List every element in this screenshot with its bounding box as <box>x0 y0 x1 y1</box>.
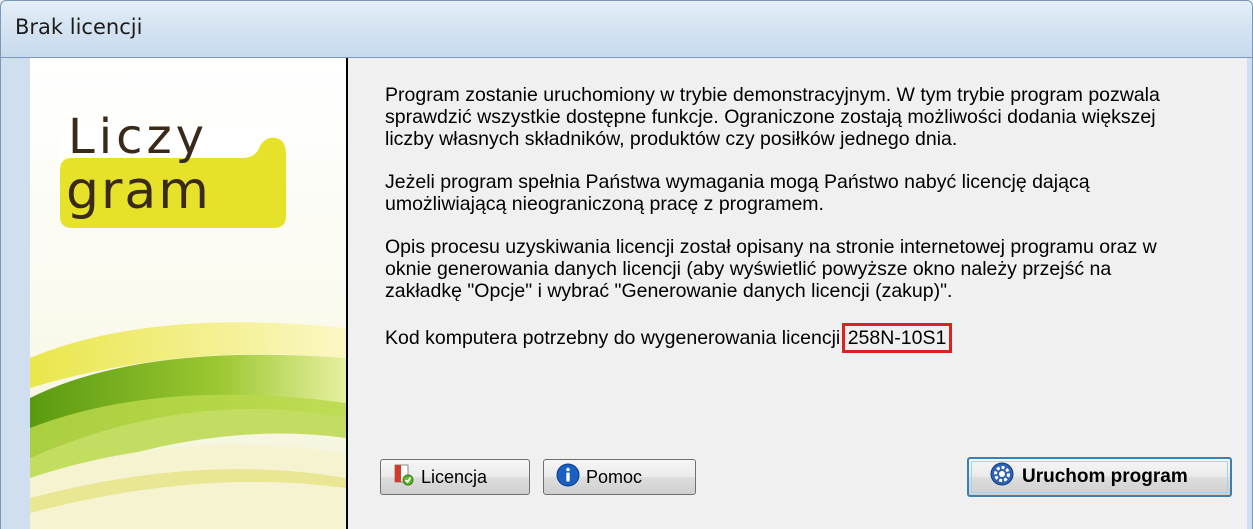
message-text: Program zostanie uruchomiony w trybie de… <box>385 84 1225 353</box>
text-line: Opis procesu uzyskiwania licencji został… <box>385 236 1157 258</box>
title-bar[interactable]: Brak licencji <box>0 0 1253 58</box>
run-program-button-label: Uruchom program <box>1022 466 1188 487</box>
text-line: zakładkę "Opcje" i wybrać "Generowanie d… <box>385 280 953 302</box>
text-line: Jeżeli program spełnia Państwa wymagania… <box>385 171 1090 193</box>
logo-background: Liczy gram <box>30 58 346 529</box>
help-button-label: Pomoc <box>586 466 643 487</box>
logo-text-gram: gram <box>66 161 211 221</box>
gear-icon <box>990 462 1014 492</box>
computer-code-label: Kod komputera potrzebny do wygenerowania… <box>385 327 846 349</box>
text-line: sprawdzić wszystkie dostępne funkcje. Og… <box>385 106 1156 128</box>
window-title: Brak licencji <box>15 15 143 39</box>
window-frame-right <box>1247 58 1253 529</box>
run-program-button[interactable]: Uruchom program <box>967 457 1232 497</box>
logo-text-liczy: Liczy <box>68 109 208 165</box>
license-dialog: Brak licencji Liczy gram Program zostani… <box>0 0 1253 529</box>
license-button[interactable]: Licencja <box>380 459 530 495</box>
text-line: oknie generowania danych licencji (aby w… <box>385 258 1112 280</box>
paragraph-demo-mode: Program zostanie uruchomiony w trybie de… <box>385 84 1225 150</box>
info-icon <box>556 463 580 492</box>
paragraph-purchase: Jeżeli program spełnia Państwa wymagania… <box>385 171 1225 215</box>
computer-code-value[interactable]: 258N-10S1 <box>841 323 953 353</box>
text-line: liczby własnych składników, produktów cz… <box>385 128 958 150</box>
license-icon <box>393 464 415 491</box>
logo-panel: Liczy gram <box>30 58 348 529</box>
dialog-content: Liczy gram Program zostanie uruchomiony … <box>30 58 1247 529</box>
liczygram-logo: Liczy gram <box>60 109 286 228</box>
text-line: Program zostanie uruchomiony w trybie de… <box>385 84 1160 106</box>
window-frame-left <box>0 58 30 529</box>
help-button[interactable]: Pomoc <box>543 459 696 495</box>
run-program-button-focus: Uruchom program <box>971 461 1228 493</box>
text-line: umożliwiającą nieograniczoną pracę z pro… <box>385 193 824 215</box>
computer-code-line: Kod komputera potrzebny do wygenerowania… <box>385 323 1225 353</box>
license-button-label: Licencja <box>421 466 488 487</box>
paragraph-license-process: Opis procesu uzyskiwania licencji został… <box>385 236 1225 302</box>
